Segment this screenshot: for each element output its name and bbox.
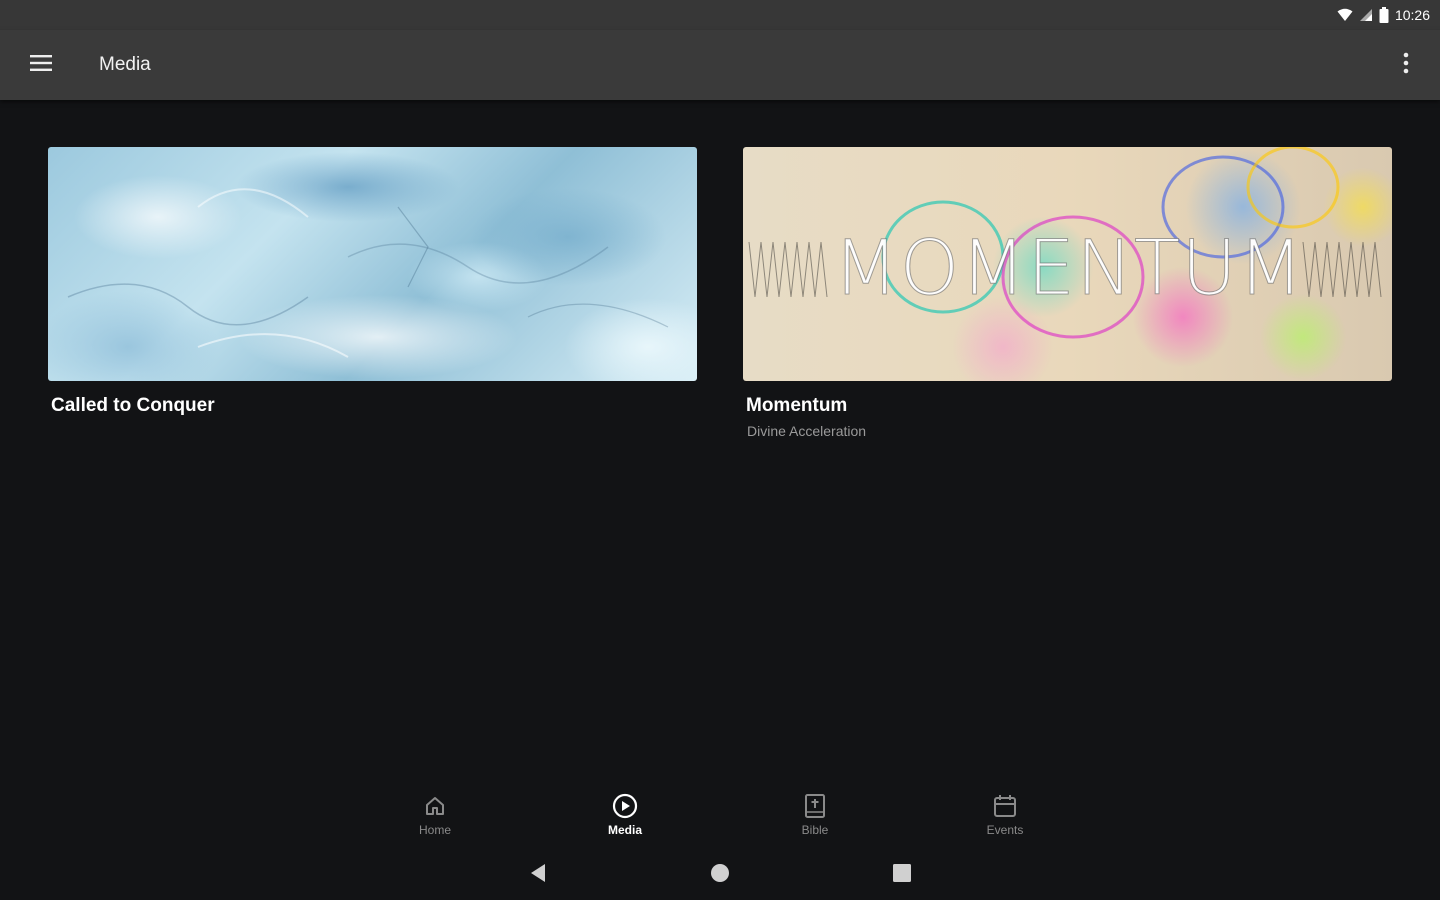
app-bar: Media (0, 30, 1440, 100)
wifi-icon (1337, 8, 1353, 22)
nav-label-media: Media (607, 823, 642, 837)
bottom-navigation: Home Media Bible Events (0, 785, 1440, 845)
media-thumbnail[interactable] (48, 147, 697, 381)
system-navigation-bar (0, 850, 1440, 900)
hamburger-menu-icon (30, 54, 52, 77)
media-subtitle: Divine Acceleration (747, 423, 867, 439)
battery-icon (1379, 7, 1389, 23)
momentum-artwork-text: MOMENTUM (832, 223, 1305, 313)
nav-item-media[interactable]: Media (575, 793, 675, 837)
cell-signal-icon (1359, 8, 1373, 22)
bible-icon (765, 793, 865, 819)
nav-label-events: Events (986, 823, 1024, 837)
home-icon (385, 793, 485, 819)
calendar-icon (955, 793, 1055, 819)
recents-square-icon (893, 863, 911, 887)
menu-button[interactable] (11, 35, 71, 95)
nav-item-home[interactable]: Home (385, 793, 485, 837)
back-triangle-icon (529, 863, 547, 888)
recents-button[interactable] (887, 862, 917, 888)
home-circle-icon (710, 863, 730, 888)
status-bar: 10:26 (0, 0, 1440, 30)
media-card-momentum[interactable]: MOMENTUM Momentum Divine Acceleration (743, 147, 1392, 439)
nav-item-events[interactable]: Events (955, 793, 1055, 837)
status-time: 10:26 (1394, 7, 1430, 23)
more-vert-icon (1403, 52, 1409, 79)
overflow-menu-button[interactable] (1386, 35, 1426, 95)
play-circle-icon (575, 793, 675, 819)
home-system-button[interactable] (705, 862, 735, 888)
media-thumbnail[interactable]: MOMENTUM (743, 147, 1392, 381)
media-title: Called to Conquer (51, 395, 215, 416)
media-title: Momentum (746, 395, 848, 416)
nav-label-home: Home (418, 823, 451, 837)
page-title: Media (99, 54, 151, 75)
back-button[interactable] (523, 862, 553, 888)
nav-label-bible: Bible (801, 823, 829, 837)
nav-item-bible[interactable]: Bible (765, 793, 865, 837)
media-card-called-to-conquer[interactable]: Called to Conquer (48, 147, 697, 417)
